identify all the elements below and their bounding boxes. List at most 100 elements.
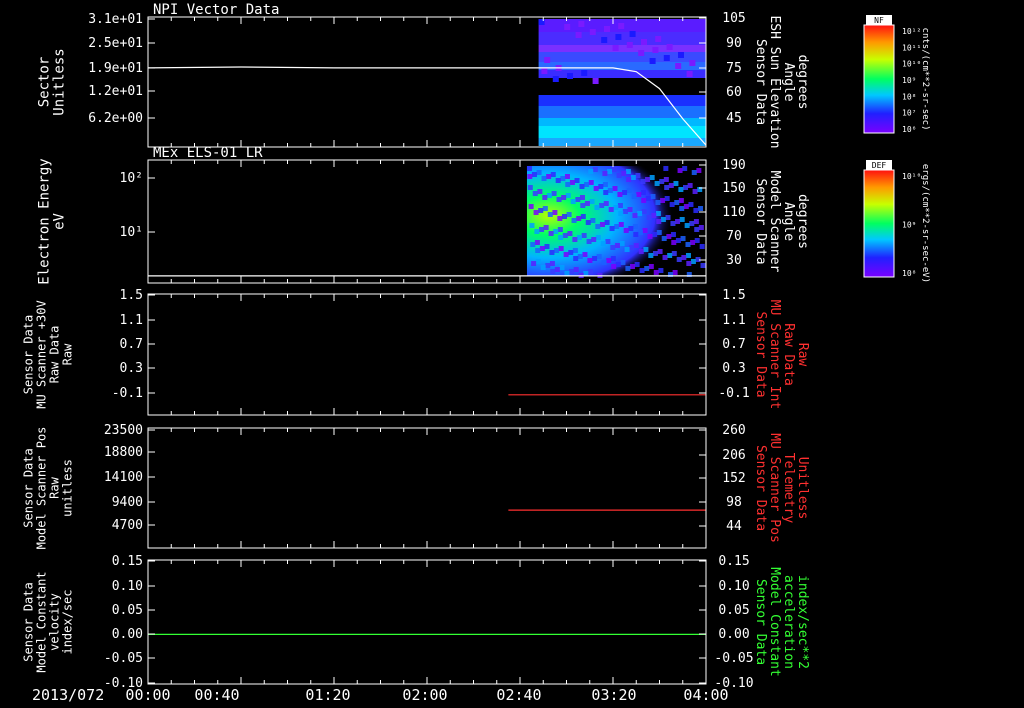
els-pixel bbox=[664, 196, 670, 201]
right-axis-label-line: Sensor Data bbox=[753, 39, 768, 125]
els-pixel bbox=[661, 236, 667, 241]
right-axis-label: Sensor Data Model Scanner Angle degrees bbox=[753, 171, 810, 273]
els-pixel bbox=[589, 199, 595, 204]
right-tick-label: 0.3 bbox=[722, 361, 745, 376]
left-tick-label: 1.9e+01 bbox=[88, 61, 143, 76]
npi-pixel bbox=[649, 58, 656, 64]
colorbar-tick-label: 10¹⁰ bbox=[902, 60, 921, 69]
left-tick-label: 6.2e+00 bbox=[88, 111, 143, 126]
plot-canvas: NPI Vector Data 3.1e+01 2.5e+01 1.9e+01 1.2e… bbox=[22, 2, 931, 704]
left-tick-label: -0.1 bbox=[112, 386, 143, 401]
left-tick-label: 10¹ bbox=[120, 225, 143, 240]
right-axis-label-line: degrees bbox=[795, 55, 810, 110]
els-pixel bbox=[696, 168, 702, 173]
els-pixel bbox=[684, 223, 690, 228]
els-pixel bbox=[584, 182, 590, 187]
right-axis-label: Sensor Data MU Scanner Int Raw Data Raw bbox=[753, 300, 810, 410]
npi-pixel bbox=[689, 60, 696, 66]
els-pixel bbox=[603, 190, 609, 195]
els-pixel bbox=[599, 203, 605, 208]
npi-band bbox=[538, 138, 706, 146]
right-axis-label: Sensor Data Model Constant acceleration ind… bbox=[753, 567, 810, 677]
els-pixel bbox=[531, 261, 537, 266]
els-pixel bbox=[693, 208, 699, 213]
els-pixel bbox=[534, 240, 540, 245]
els-pixel bbox=[537, 189, 543, 194]
npi-spectrogram bbox=[538, 19, 706, 146]
npi-pixel bbox=[652, 47, 659, 53]
els-pixel bbox=[549, 250, 555, 255]
els-pixel bbox=[650, 194, 656, 199]
els-pixel bbox=[615, 262, 621, 267]
els-pixel bbox=[673, 181, 679, 186]
els-pixel bbox=[549, 261, 555, 266]
els-pixel bbox=[607, 188, 613, 193]
left-axis-label-line: Sensor Data bbox=[22, 448, 36, 527]
right-axis-label-line: Unitless bbox=[795, 457, 810, 520]
els-pixel bbox=[644, 266, 650, 271]
right-tick-label: 0.00 bbox=[718, 627, 749, 642]
colorbar-tick-label: 10⁸ bbox=[902, 92, 916, 101]
els-pixel bbox=[690, 259, 696, 264]
npi-pixel bbox=[604, 26, 610, 32]
els-pixel bbox=[694, 227, 700, 232]
els-pixel bbox=[593, 186, 599, 191]
els-pixel bbox=[580, 203, 586, 208]
els-pixel bbox=[659, 179, 665, 184]
els-pixel bbox=[576, 216, 582, 221]
left-axis-label-line: Model Scanner Pos bbox=[35, 427, 49, 550]
els-pixel bbox=[679, 217, 685, 222]
npi-pixel bbox=[675, 63, 682, 69]
els-pixel bbox=[678, 187, 684, 192]
els-pixel bbox=[584, 201, 590, 206]
els-pixel bbox=[600, 241, 606, 246]
npi-pixel bbox=[655, 36, 662, 42]
els-pixel bbox=[633, 232, 639, 237]
els-pixel bbox=[595, 224, 601, 229]
els-pixel bbox=[614, 224, 620, 229]
right-tick-label: -0.1 bbox=[718, 386, 749, 401]
els-pixel bbox=[527, 174, 533, 179]
left-tick-label: 0.05 bbox=[112, 603, 143, 618]
els-pixel bbox=[672, 270, 678, 275]
els-pixel bbox=[683, 185, 688, 190]
colorbar-unit: ergs/(cm**2-sr-sec-eV) bbox=[920, 164, 930, 283]
els-pixel bbox=[681, 255, 687, 260]
els-pixel bbox=[599, 222, 605, 227]
right-axis-label-line: MU Scanner Pos bbox=[767, 433, 782, 543]
left-axis-label-line: index/sec bbox=[61, 589, 75, 654]
els-pixel bbox=[611, 167, 617, 172]
els-pixel bbox=[561, 195, 567, 200]
right-tick-label: 260 bbox=[722, 423, 745, 438]
els-pixel bbox=[626, 177, 632, 182]
els-pixel bbox=[671, 251, 677, 256]
colorbar-unit: cnts/(cm**2-sr-sec) bbox=[920, 28, 930, 131]
right-tick-label: 152 bbox=[722, 471, 745, 486]
els-pixel bbox=[587, 269, 593, 274]
els-pixel bbox=[575, 197, 581, 202]
npi-pixel bbox=[629, 31, 636, 37]
els-pixel bbox=[618, 222, 624, 227]
right-tick-label: 45 bbox=[726, 111, 742, 126]
els-pixel bbox=[630, 264, 635, 269]
els-pixel bbox=[613, 205, 619, 210]
left-tick-label: 14100 bbox=[104, 470, 143, 485]
els-pixel bbox=[592, 256, 598, 261]
left-tick-label: 0.3 bbox=[120, 361, 143, 376]
els-pixel bbox=[554, 267, 560, 272]
els-pixel bbox=[598, 184, 604, 189]
left-axis-label-line: Raw Data bbox=[48, 326, 62, 384]
right-axis-label-line: ESH Sun Elevation bbox=[767, 15, 782, 148]
npi-band bbox=[538, 45, 706, 52]
els-pixel bbox=[699, 244, 705, 249]
els-pixel bbox=[687, 183, 693, 188]
right-axis-label-line: MU Scanner Int bbox=[767, 300, 782, 410]
panel-els: MEx ELS-01 LR 10² 10¹ 190 150 110 70 30 Electron… bbox=[37, 145, 811, 285]
left-axis-label-line: eV bbox=[52, 213, 68, 230]
els-pixel bbox=[640, 179, 646, 184]
els-pixel bbox=[668, 183, 674, 188]
els-pixel bbox=[635, 173, 641, 178]
els-pixel bbox=[563, 252, 569, 257]
els-pixel bbox=[652, 251, 658, 256]
els-pixel bbox=[634, 262, 640, 267]
